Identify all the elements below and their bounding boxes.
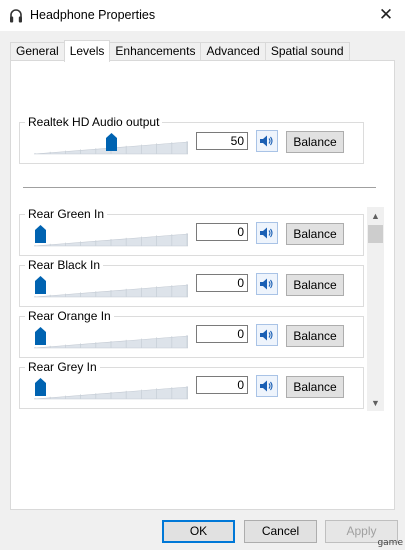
scrollbar-thumb[interactable]	[368, 225, 383, 243]
input-group-rear-orange: Rear Orange In 0 Balance	[19, 309, 364, 358]
output-volume-slider[interactable]	[34, 129, 188, 159]
window-body: General Levels Enhancements Advanced Spa…	[0, 31, 405, 550]
scroll-down-icon[interactable]: ▼	[367, 394, 384, 411]
input-label: Rear Grey In	[25, 360, 100, 374]
tab-spatial-sound[interactable]: Spatial sound	[264, 42, 350, 61]
slider-thumb[interactable]	[35, 225, 46, 243]
speaker-icon	[260, 380, 273, 392]
input-balance-button[interactable]: Balance	[286, 376, 344, 398]
headphone-icon	[10, 9, 22, 23]
cancel-button[interactable]: Cancel	[244, 520, 317, 543]
inputs-scrollbar[interactable]: ▲ ▼	[367, 207, 384, 411]
speaker-icon	[260, 227, 273, 239]
input-volume-value[interactable]: 0	[196, 376, 248, 394]
input-group-rear-black: Rear Black In 0 Balance	[19, 258, 364, 307]
speaker-icon	[260, 278, 273, 290]
input-group-rear-grey: Rear Grey In 0 Balance	[19, 360, 364, 409]
output-balance-button[interactable]: Balance	[286, 131, 344, 153]
input-label: Rear Black In	[25, 258, 104, 272]
tab-strip: General Levels Enhancements Advanced Spa…	[10, 40, 350, 62]
tab-enhancements[interactable]: Enhancements	[109, 42, 202, 61]
input-volume-value[interactable]: 0	[196, 325, 248, 343]
input-volume-value[interactable]: 0	[196, 274, 248, 292]
input-volume-slider[interactable]	[34, 323, 188, 353]
speaker-icon	[260, 135, 273, 147]
window-title: Headphone Properties	[30, 8, 156, 22]
input-mute-button[interactable]	[256, 273, 278, 295]
ok-button[interactable]: OK	[162, 520, 235, 543]
output-mute-button[interactable]	[256, 130, 278, 152]
input-balance-button[interactable]: Balance	[286, 325, 344, 347]
input-balance-button[interactable]: Balance	[286, 274, 344, 296]
input-mute-button[interactable]	[256, 375, 278, 397]
section-divider	[23, 187, 376, 188]
slider-thumb[interactable]	[35, 327, 46, 345]
slider-thumb[interactable]	[105, 133, 117, 151]
input-group-rear-green: Rear Green In 0 Balance	[19, 207, 364, 256]
input-mute-button[interactable]	[256, 324, 278, 346]
input-volume-slider[interactable]	[34, 221, 188, 251]
speaker-icon	[260, 329, 273, 341]
tab-advanced[interactable]: Advanced	[200, 42, 266, 61]
output-group: Realtek HD Audio output 50 Balance	[19, 115, 364, 164]
input-volume-value[interactable]: 0	[196, 223, 248, 241]
output-label: Realtek HD Audio output	[25, 115, 163, 129]
slider-ramp	[34, 386, 188, 400]
close-icon[interactable]: ✕	[371, 2, 401, 28]
title-bar: Headphone Properties ✕	[0, 0, 405, 31]
scroll-up-icon[interactable]: ▲	[367, 207, 384, 224]
watermark-text: game	[377, 538, 403, 548]
input-balance-button[interactable]: Balance	[286, 223, 344, 245]
tab-general[interactable]: General	[10, 42, 65, 61]
input-volume-slider[interactable]	[34, 374, 188, 404]
slider-thumb[interactable]	[35, 276, 46, 294]
slider-ramp	[34, 335, 188, 349]
output-volume-value[interactable]: 50	[196, 132, 248, 150]
input-volume-slider[interactable]	[34, 272, 188, 302]
tab-levels[interactable]: Levels	[63, 40, 111, 62]
input-label: Rear Green In	[25, 207, 108, 221]
levels-panel: Realtek HD Audio output 50 Balance Rear …	[10, 60, 395, 510]
slider-ramp	[34, 233, 188, 247]
slider-ramp	[34, 284, 188, 298]
slider-thumb[interactable]	[35, 378, 46, 396]
input-label: Rear Orange In	[25, 309, 114, 323]
input-mute-button[interactable]	[256, 222, 278, 244]
